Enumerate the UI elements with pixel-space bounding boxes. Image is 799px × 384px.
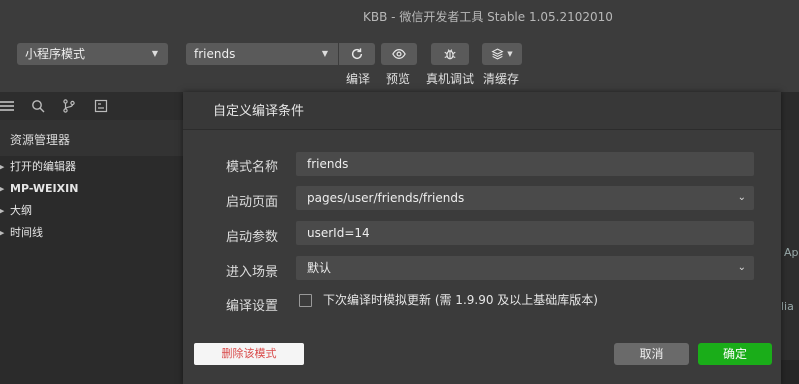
compile-label: 编译	[346, 72, 371, 86]
chevron-right-icon: ▶	[0, 185, 5, 193]
chevron-right-icon: ▶	[0, 229, 5, 237]
compile-settings-label: 编译设置	[226, 299, 279, 314]
explorer-tree: ▶ 打开的编辑器 ▶ MP-WEIXIN ▶ 大纲 ▶ 时间线	[0, 156, 183, 244]
top-toolbar: KBB - 微信开发者工具 Stable 1.05.2102010 小程序模式 …	[0, 0, 799, 92]
mode-name-value: friends	[307, 157, 349, 171]
mode-select-value: 小程序模式	[25, 47, 86, 61]
clear-cache-button[interactable]: ▼	[482, 43, 522, 65]
bug-icon	[444, 49, 456, 60]
mode-name-input[interactable]: friends	[296, 152, 754, 176]
clear-cache-label: 清缓存	[483, 72, 520, 86]
caret-down-icon: ▼	[507, 50, 513, 58]
explorer-header: 资源管理器	[0, 120, 183, 156]
caret-down-icon: ▼	[321, 49, 328, 58]
scene-label: 进入场景	[226, 265, 279, 280]
simulate-update-checkbox[interactable]	[299, 294, 312, 307]
mode-name-label: 模式名称	[226, 160, 279, 175]
chevron-down-icon: ⌄	[737, 262, 746, 273]
simulate-update-label[interactable]: 下次编译时模拟更新 (需 1.9.90 及以上基础库版本)	[323, 291, 598, 308]
tree-item-open-editors[interactable]: ▶ 打开的编辑器	[0, 156, 183, 178]
tree-item-label: 时间线	[10, 226, 43, 239]
caret-down-icon: ▼	[151, 49, 158, 58]
chevron-right-icon: ▶	[0, 207, 5, 215]
delete-mode-button[interactable]: 删除该模式	[194, 343, 304, 365]
tree-item-timeline[interactable]: ▶ 时间线	[0, 222, 183, 244]
preview-button[interactable]	[381, 43, 417, 65]
edge-text-bottom: lia	[781, 300, 794, 313]
search-icon[interactable]	[31, 99, 45, 113]
remote-debug-button[interactable]	[431, 43, 469, 65]
window-title: KBB - 微信开发者工具 Stable 1.05.2102010	[363, 10, 613, 24]
branch-icon[interactable]	[62, 99, 76, 113]
remote-debug-label: 真机调试	[426, 72, 475, 86]
refresh-icon	[351, 48, 363, 60]
tree-item-label: MP-WEIXIN	[10, 182, 79, 195]
extension-icon[interactable]	[94, 99, 108, 113]
tree-item-outline[interactable]: ▶ 大纲	[0, 200, 183, 222]
tree-item-mp-weixin[interactable]: ▶ MP-WEIXIN	[0, 178, 183, 200]
cancel-button[interactable]: 取消	[614, 343, 689, 365]
scene-value: 默认	[307, 261, 332, 275]
activity-bar	[0, 92, 183, 120]
scene-select[interactable]: 默认 ⌄	[296, 256, 754, 280]
confirm-button[interactable]: 确定	[698, 343, 772, 365]
chevron-right-icon: ▶	[0, 163, 5, 171]
tree-item-label: 大纲	[10, 204, 32, 217]
compile-button[interactable]	[339, 43, 375, 65]
start-params-value: userId=14	[307, 226, 370, 240]
dialog-title: 自定义编译条件	[183, 92, 781, 130]
dialog-footer: 删除该模式 取消 确定	[183, 332, 781, 384]
custom-compile-dialog: 自定义编译条件 模式名称 friends 启动页面 pages/user/fri…	[183, 92, 781, 384]
list-icon[interactable]	[0, 99, 14, 113]
chevron-down-icon: ⌄	[737, 192, 746, 203]
start-page-label: 启动页面	[226, 195, 279, 210]
start-params-input[interactable]: userId=14	[296, 221, 754, 245]
start-page-select[interactable]: pages/user/friends/friends ⌄	[296, 186, 754, 210]
start-params-label: 启动参数	[226, 230, 279, 245]
preview-label: 预览	[386, 72, 411, 86]
compile-mode-select[interactable]: friends ▼	[186, 43, 338, 65]
edge-text-top: Ap	[784, 246, 799, 259]
mode-select[interactable]: 小程序模式 ▼	[17, 43, 168, 65]
eye-icon	[392, 49, 406, 59]
compile-mode-value: friends	[194, 47, 236, 61]
right-panel-edge: Ap lia	[781, 130, 799, 360]
start-page-value: pages/user/friends/friends	[307, 191, 465, 205]
tree-item-label: 打开的编辑器	[10, 160, 76, 173]
layers-icon	[491, 48, 504, 60]
